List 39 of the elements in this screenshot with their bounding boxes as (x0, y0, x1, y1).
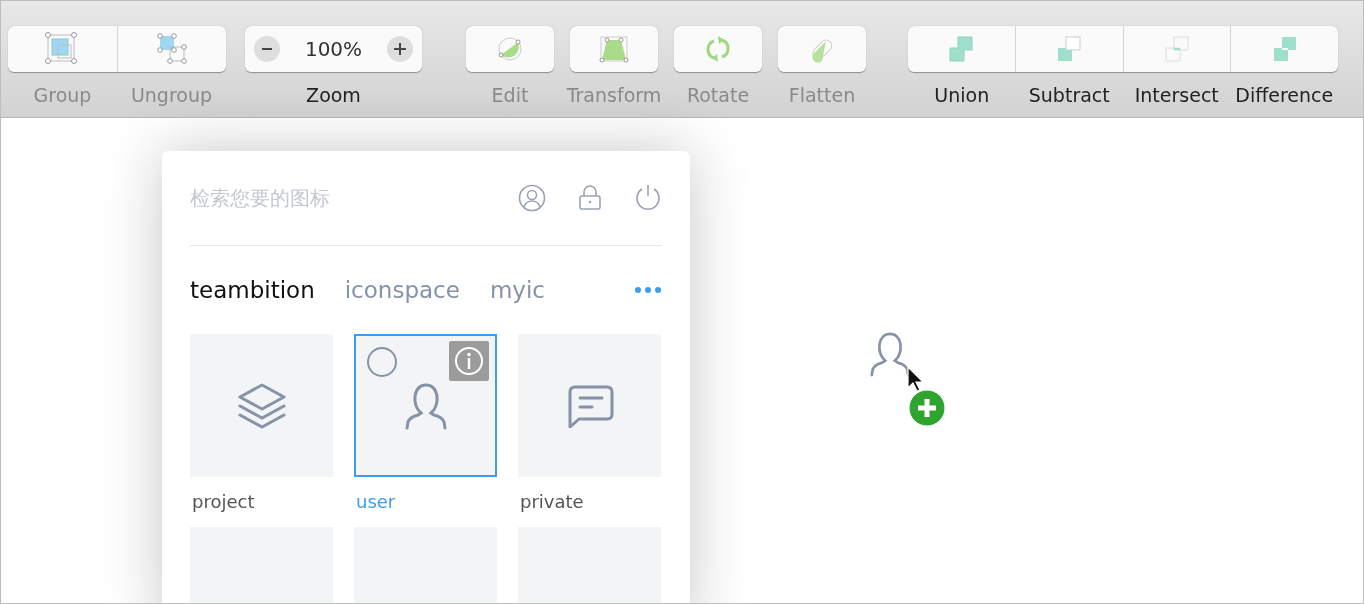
icon-tile[interactable] (354, 334, 497, 477)
search-field[interactable]: 检索您要的图标 (190, 186, 486, 210)
icon-name: user (356, 491, 397, 514)
power-icon[interactable] (634, 184, 662, 212)
lock-icon[interactable] (578, 185, 602, 211)
zoom-in-button[interactable] (387, 36, 413, 62)
cursor-icon (907, 366, 925, 392)
toolbar-label: Rotate (685, 84, 751, 106)
toolbar-label: Intersect (1133, 84, 1220, 106)
minus-icon (262, 48, 272, 50)
toolbar-button[interactable] (778, 26, 866, 72)
toolbar-button[interactable] (466, 26, 554, 72)
toolbar-button[interactable] (570, 26, 658, 72)
more-icon[interactable] (634, 286, 662, 294)
library-tab[interactable]: teambition (190, 277, 315, 303)
icon-tile[interactable] (190, 334, 333, 477)
toolbar-label: Union (933, 84, 991, 106)
toolbar-label: Ungroup (129, 84, 214, 106)
add-copy-icon (908, 389, 946, 427)
toolbar-label: Zoom (305, 84, 362, 106)
transform-icon (596, 33, 632, 65)
toolbar-label: Edit (490, 84, 530, 106)
library-tab[interactable]: myic (489, 277, 556, 303)
icon-tile[interactable] (518, 334, 661, 477)
plus-icon (394, 43, 406, 55)
checkbox-circle-icon[interactable] (366, 346, 398, 378)
zoom-out-button[interactable] (254, 36, 280, 62)
info-icon[interactable] (449, 341, 489, 381)
toolbar-label: Transform (565, 84, 663, 106)
toolbar-label: Subtract (1027, 84, 1111, 106)
toolbar-label: Flatten (787, 84, 857, 106)
icon-name: project (192, 491, 256, 514)
toolbar-button[interactable] (674, 26, 762, 72)
user-circle-icon[interactable] (518, 184, 546, 212)
toolbar-label: Group (32, 84, 93, 106)
zoom-value: 100% (304, 37, 363, 61)
toolbar-label: Difference (1234, 84, 1335, 106)
library-tab[interactable]: iconspace (344, 277, 460, 303)
icon-name: private (520, 491, 585, 514)
